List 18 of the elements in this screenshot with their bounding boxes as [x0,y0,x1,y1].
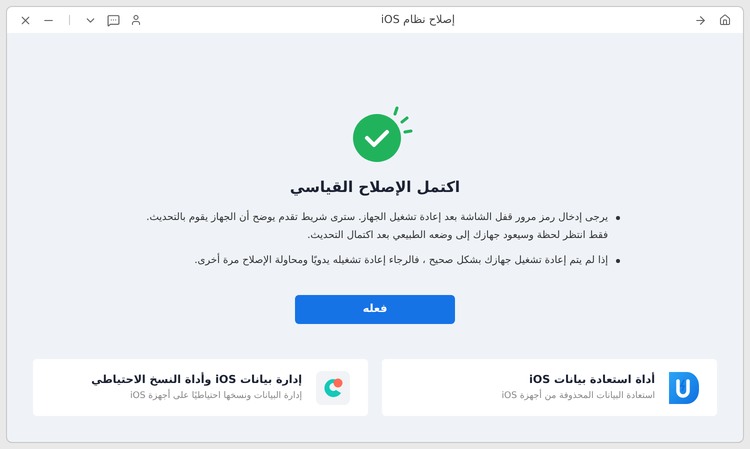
do-it-button[interactable]: فعله [295,294,455,324]
feedback-icon[interactable] [107,14,120,26]
product-subtitle: إدارة البيانات ونسخها احتياطيًا على أجهزة iOS [129,390,302,403]
product-card[interactable]: أداة استعادة بيانات iOS استعادة البيانات المحذوفة من أجهزة iOS [382,359,717,416]
result-title: اكتمل الإصلاح القياسي [290,177,460,198]
instruction-text: إذا لم يتم إعادة تشغيل جهازك بشكل صحيح ، فالرجاء إعادة تشغيله يدويًا ومحاولة الإصلاح مرة أخرى. [194,252,608,268]
product-subtitle: استعادة البيانات المحذوفة من أجهزة iOS [502,390,655,403]
close-icon[interactable] [19,14,32,26]
product-card[interactable]: إدارة بيانات iOS وأداة النسخ الاحتياطي إدارة البيانات ونسخها احتياطيًا على أجهزة iOS [33,359,368,416]
window-title: إصلاح نظام iOS [380,12,455,28]
instruction-text: يرجى إدخال رمز مرور قفل الشاشة بعد إعادة تشغيل الجهاز. سترى شريط تقدم يوضح أن الجهاز يقوم بالتحديث. فقط انتظر لحظة وسيعود جهازك إلى وضعه الطبيعي بعد اكتمال التحديث. [145,209,608,242]
product-title: أداة استعادة بيانات iOS [528,372,655,388]
forward-icon[interactable] [694,14,707,26]
shield-app-icon [669,372,699,404]
product-title: إدارة بيانات iOS وأداة النسخ الاحتياطي [91,372,302,388]
user-icon[interactable] [130,14,142,26]
home-icon[interactable] [719,14,731,26]
app-icon [316,370,350,404]
